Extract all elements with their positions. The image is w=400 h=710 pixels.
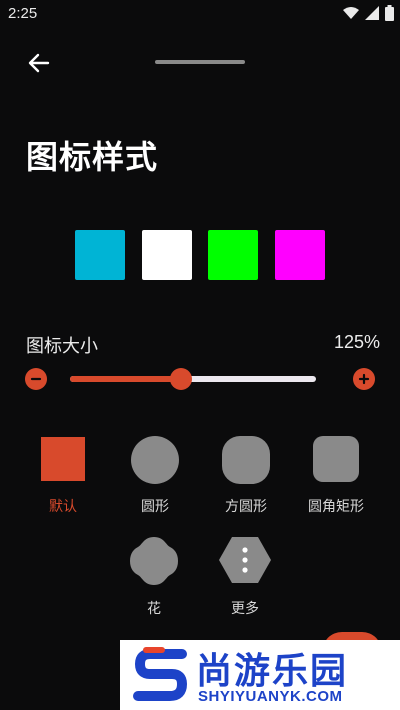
brand-logo-icon [133,647,188,701]
increase-size-button[interactable] [353,368,375,390]
status-icons [343,5,394,21]
icon-size-value: 125% [333,332,380,352]
color-swatch-green[interactable] [208,230,258,280]
size-slider-fill [70,376,181,382]
signal-icon [365,6,379,20]
color-swatch-cyan[interactable] [75,230,125,280]
shape-label-circle: 圆形 [141,499,169,515]
shape-flower[interactable] [128,535,180,587]
drag-handle[interactable] [155,60,245,64]
page-title: 图标样式 [26,138,159,176]
decrease-size-button[interactable] [25,368,47,390]
more-dots-icon [242,547,248,573]
shape-rounded-rect[interactable] [313,436,359,482]
shape-label-more: 更多 [231,601,259,617]
shape-circle[interactable] [131,436,179,484]
wifi-icon [343,7,359,19]
color-swatch-magenta[interactable] [275,230,325,280]
status-time: 2:25 [8,5,38,22]
shape-more[interactable] [218,536,272,584]
watermark-name: 尚游乐园 [196,651,349,692]
shape-label-flower: 花 [147,601,161,617]
color-swatch-white[interactable] [142,230,192,280]
arrow-left-icon[interactable] [26,50,52,76]
shape-label-rounded-rect: 圆角矩形 [308,499,364,515]
shape-default[interactable] [41,437,85,481]
watermark-url: SHYIYUANYK.COM [198,688,343,705]
shape-label-squircle: 方圆形 [225,499,267,515]
shape-label-default: 默认 [49,499,77,515]
size-slider-thumb[interactable] [169,368,192,390]
plus-icon [358,373,370,385]
shape-squircle[interactable] [222,436,270,484]
minus-icon [30,377,42,381]
watermark: 尚游乐园 SHYIYUANYK.COM [120,640,400,710]
status-bar: 2:25 [0,0,400,28]
icon-size-label: 图标大小 [26,336,98,357]
battery-icon [385,5,394,21]
